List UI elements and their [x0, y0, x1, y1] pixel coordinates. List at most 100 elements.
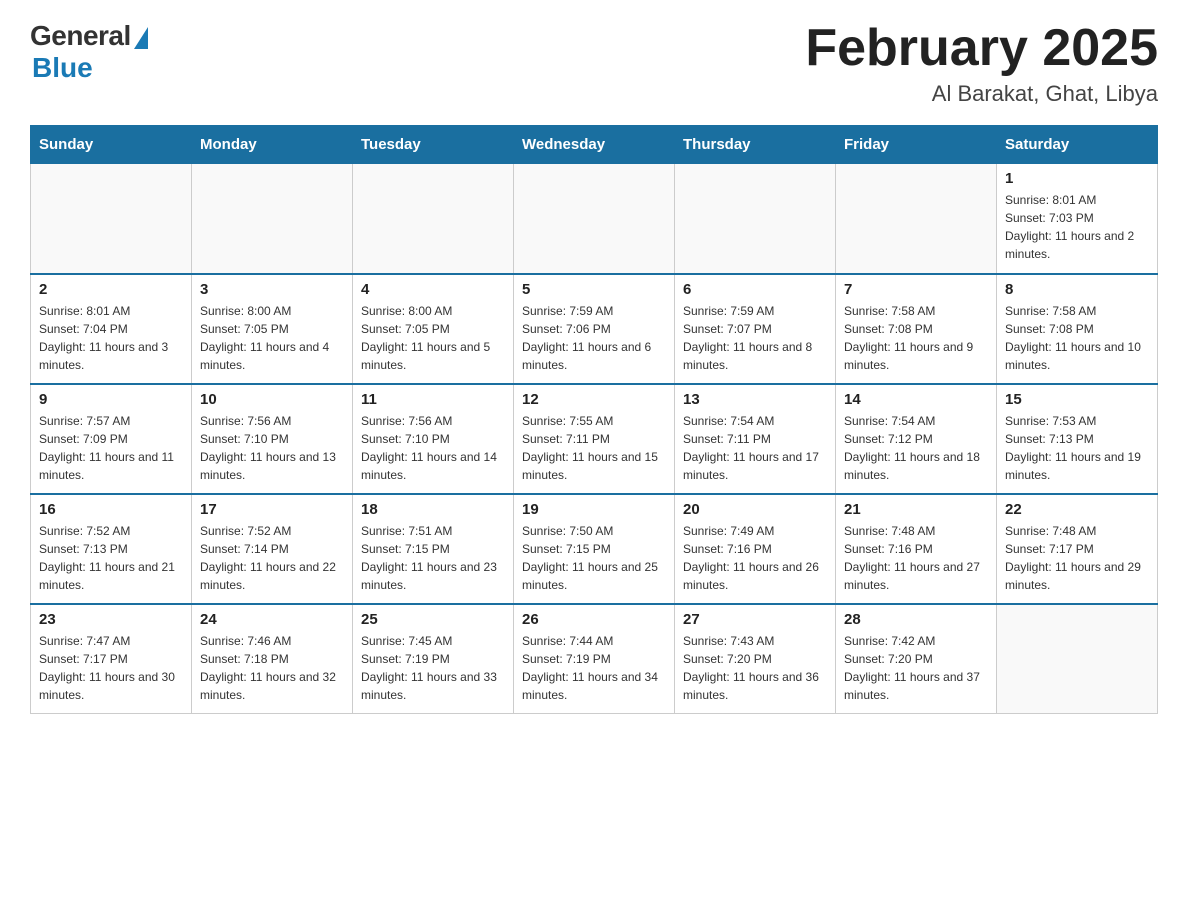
- calendar-cell: 4 Sunrise: 8:00 AMSunset: 7:05 PMDaylight…: [353, 274, 514, 384]
- page-header: General Blue February 2025 Al Barakat, G…: [30, 20, 1158, 107]
- day-number: 12: [522, 391, 666, 408]
- calendar-cell: 2 Sunrise: 8:01 AMSunset: 7:04 PMDaylight…: [31, 274, 192, 384]
- calendar-cell: 11 Sunrise: 7:56 AMSunset: 7:10 PMDayligh…: [353, 384, 514, 494]
- calendar-cell: [997, 604, 1158, 714]
- day-number: 21: [844, 501, 988, 518]
- calendar-cell: 27Sunrise: 7:43 AMSunset: 7:20 PMDayligh…: [675, 604, 836, 714]
- logo-top: General: [30, 20, 148, 52]
- day-number: 14: [844, 391, 988, 408]
- day-number: 5: [522, 281, 666, 298]
- day-number: 18: [361, 501, 505, 518]
- day-info: Sunrise: 8:01 AMSunset: 7:04 PMDaylight:…: [39, 302, 183, 374]
- day-number: 11: [361, 391, 505, 408]
- weekday-header-wednesday: Wednesday: [514, 126, 675, 164]
- day-info: Sunrise: 7:51 AMSunset: 7:15 PMDaylight:…: [361, 522, 505, 594]
- weekday-header-sunday: Sunday: [31, 126, 192, 164]
- weekday-header-saturday: Saturday: [997, 126, 1158, 164]
- location-title: Al Barakat, Ghat, Libya: [805, 81, 1158, 107]
- day-number: 17: [200, 501, 344, 518]
- calendar-cell: 23 Sunrise: 7:47 AMSunset: 7:17 PMDayligh…: [31, 604, 192, 714]
- calendar-cell: 24 Sunrise: 7:46 AMSunset: 7:18 PMDayligh…: [192, 604, 353, 714]
- calendar-cell: 25 Sunrise: 7:45 AMSunset: 7:19 PMDayligh…: [353, 604, 514, 714]
- day-number: 3: [200, 281, 344, 298]
- day-info: Sunrise: 7:52 AMSunset: 7:14 PMDaylight:…: [200, 522, 344, 594]
- day-info: Sunrise: 7:56 AMSunset: 7:10 PMDaylight:…: [361, 412, 505, 484]
- day-info: Sunrise: 7:50 AMSunset: 7:15 PMDaylight:…: [522, 522, 666, 594]
- calendar-cell: 5 Sunrise: 7:59 AMSunset: 7:06 PMDaylight…: [514, 274, 675, 384]
- day-info: Sunrise: 7:59 AMSunset: 7:06 PMDaylight:…: [522, 302, 666, 374]
- day-info: Sunrise: 7:43 AMSunset: 7:20 PMDaylight:…: [683, 632, 827, 704]
- day-info: Sunrise: 7:58 AMSunset: 7:08 PMDaylight:…: [844, 302, 988, 374]
- day-info: Sunrise: 7:46 AMSunset: 7:18 PMDaylight:…: [200, 632, 344, 704]
- weekday-header-tuesday: Tuesday: [353, 126, 514, 164]
- calendar-cell: 6 Sunrise: 7:59 AMSunset: 7:07 PMDaylight…: [675, 274, 836, 384]
- weekday-header-monday: Monday: [192, 126, 353, 164]
- day-info: Sunrise: 7:45 AMSunset: 7:19 PMDaylight:…: [361, 632, 505, 704]
- day-info: Sunrise: 7:54 AMSunset: 7:12 PMDaylight:…: [844, 412, 988, 484]
- day-info: Sunrise: 8:00 AMSunset: 7:05 PMDaylight:…: [361, 302, 505, 374]
- day-number: 16: [39, 501, 183, 518]
- calendar-cell: 9 Sunrise: 7:57 AMSunset: 7:09 PMDaylight…: [31, 384, 192, 494]
- day-number: 8: [1005, 281, 1149, 298]
- calendar-cell: 3Sunrise: 8:00 AMSunset: 7:05 PMDaylight…: [192, 274, 353, 384]
- day-number: 6: [683, 281, 827, 298]
- day-number: 2: [39, 281, 183, 298]
- day-number: 9: [39, 391, 183, 408]
- calendar-cell: 7 Sunrise: 7:58 AMSunset: 7:08 PMDaylight…: [836, 274, 997, 384]
- logo: General Blue: [30, 20, 148, 84]
- calendar-cell: 17 Sunrise: 7:52 AMSunset: 7:14 PMDayligh…: [192, 494, 353, 604]
- day-number: 19: [522, 501, 666, 518]
- title-block: February 2025 Al Barakat, Ghat, Libya: [805, 20, 1158, 107]
- calendar-week-row: 23 Sunrise: 7:47 AMSunset: 7:17 PMDayligh…: [31, 604, 1158, 714]
- weekday-header-thursday: Thursday: [675, 126, 836, 164]
- calendar-cell: [192, 164, 353, 274]
- day-number: 23: [39, 611, 183, 628]
- day-info: Sunrise: 7:59 AMSunset: 7:07 PMDaylight:…: [683, 302, 827, 374]
- calendar-table: SundayMondayTuesdayWednesdayThursdayFrid…: [30, 125, 1158, 714]
- day-info: Sunrise: 7:44 AMSunset: 7:19 PMDaylight:…: [522, 632, 666, 704]
- day-info: Sunrise: 7:56 AMSunset: 7:10 PMDaylight:…: [200, 412, 344, 484]
- calendar-cell: 21 Sunrise: 7:48 AMSunset: 7:16 PMDayligh…: [836, 494, 997, 604]
- logo-triangle-icon: [134, 27, 148, 49]
- day-number: 25: [361, 611, 505, 628]
- day-number: 4: [361, 281, 505, 298]
- day-info: Sunrise: 7:47 AMSunset: 7:17 PMDaylight:…: [39, 632, 183, 704]
- calendar-cell: [675, 164, 836, 274]
- day-number: 1: [1005, 170, 1149, 187]
- calendar-cell: [514, 164, 675, 274]
- calendar-cell: 16Sunrise: 7:52 AMSunset: 7:13 PMDayligh…: [31, 494, 192, 604]
- calendar-cell: 12 Sunrise: 7:55 AMSunset: 7:11 PMDayligh…: [514, 384, 675, 494]
- calendar-cell: 14 Sunrise: 7:54 AMSunset: 7:12 PMDayligh…: [836, 384, 997, 494]
- calendar-cell: 10 Sunrise: 7:56 AMSunset: 7:10 PMDayligh…: [192, 384, 353, 494]
- calendar-cell: [836, 164, 997, 274]
- day-info: Sunrise: 7:48 AMSunset: 7:17 PMDaylight:…: [1005, 522, 1149, 594]
- day-info: Sunrise: 7:49 AMSunset: 7:16 PMDaylight:…: [683, 522, 827, 594]
- day-info: Sunrise: 7:57 AMSunset: 7:09 PMDaylight:…: [39, 412, 183, 484]
- calendar-week-row: 9 Sunrise: 7:57 AMSunset: 7:09 PMDaylight…: [31, 384, 1158, 494]
- day-info: Sunrise: 7:53 AMSunset: 7:13 PMDaylight:…: [1005, 412, 1149, 484]
- calendar-cell: 8 Sunrise: 7:58 AMSunset: 7:08 PMDaylight…: [997, 274, 1158, 384]
- weekday-header-friday: Friday: [836, 126, 997, 164]
- logo-general-text: General: [30, 20, 131, 52]
- day-info: Sunrise: 7:55 AMSunset: 7:11 PMDaylight:…: [522, 412, 666, 484]
- day-number: 22: [1005, 501, 1149, 518]
- calendar-cell: 15 Sunrise: 7:53 AMSunset: 7:13 PMDayligh…: [997, 384, 1158, 494]
- calendar-cell: 19 Sunrise: 7:50 AMSunset: 7:15 PMDayligh…: [514, 494, 675, 604]
- day-info: Sunrise: 7:54 AMSunset: 7:11 PMDaylight:…: [683, 412, 827, 484]
- day-number: 13: [683, 391, 827, 408]
- day-number: 7: [844, 281, 988, 298]
- month-title: February 2025: [805, 20, 1158, 77]
- day-number: 15: [1005, 391, 1149, 408]
- calendar-cell: 20Sunrise: 7:49 AMSunset: 7:16 PMDayligh…: [675, 494, 836, 604]
- day-number: 26: [522, 611, 666, 628]
- calendar-cell: [353, 164, 514, 274]
- day-info: Sunrise: 8:01 AMSunset: 7:03 PMDaylight:…: [1005, 191, 1149, 263]
- day-number: 28: [844, 611, 988, 628]
- day-info: Sunrise: 7:58 AMSunset: 7:08 PMDaylight:…: [1005, 302, 1149, 374]
- day-number: 24: [200, 611, 344, 628]
- calendar-cell: 18 Sunrise: 7:51 AMSunset: 7:15 PMDayligh…: [353, 494, 514, 604]
- calendar-week-row: 2 Sunrise: 8:01 AMSunset: 7:04 PMDaylight…: [31, 274, 1158, 384]
- day-info: Sunrise: 7:48 AMSunset: 7:16 PMDaylight:…: [844, 522, 988, 594]
- calendar-cell: [31, 164, 192, 274]
- day-number: 10: [200, 391, 344, 408]
